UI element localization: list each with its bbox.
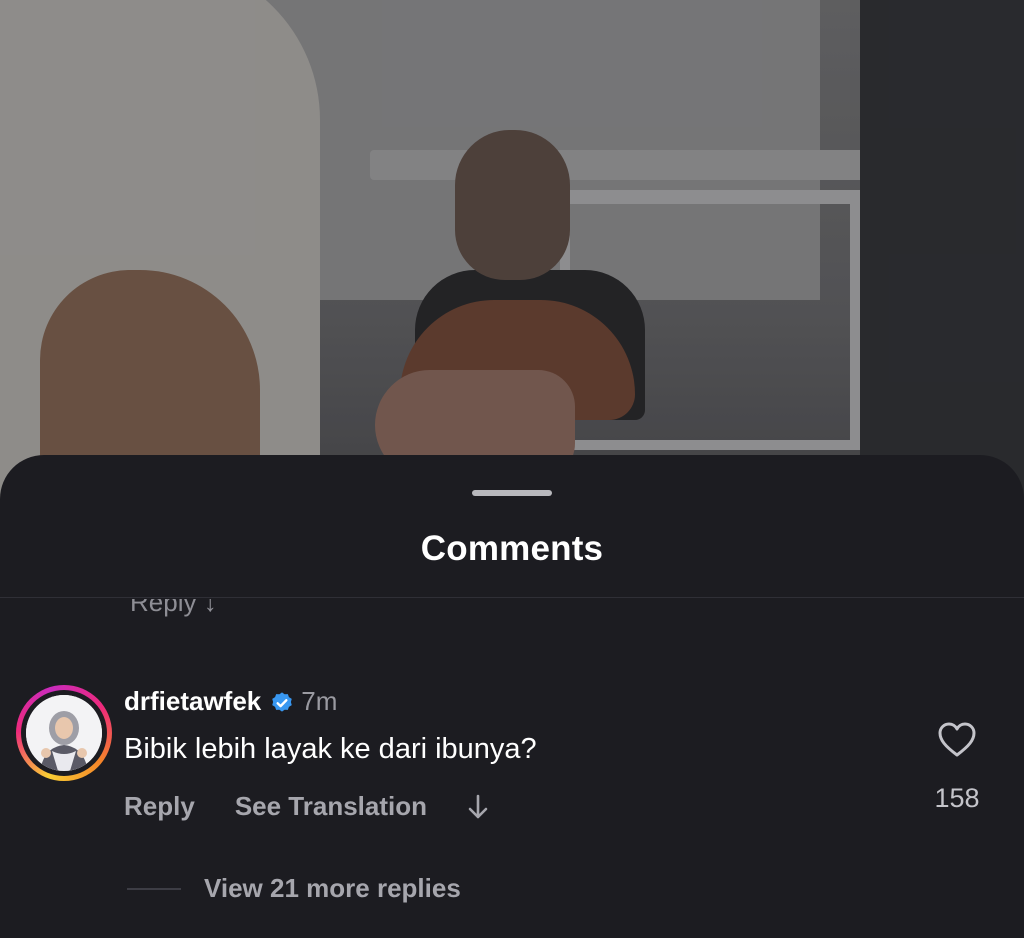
- comment-header: drfietawfek 7m: [124, 686, 337, 717]
- sheet-title: Comments: [420, 529, 604, 568]
- comment-actions: Reply See Translation: [124, 791, 489, 822]
- avatar[interactable]: [26, 695, 102, 771]
- avatar-image: [26, 695, 102, 771]
- video-dim-overlay: [0, 0, 1024, 520]
- verified-badge-icon: [272, 691, 293, 712]
- replies-indent-line: [127, 887, 181, 890]
- comment-text: Bibik lebih layak ke dari ibunya?: [124, 733, 537, 765]
- comment-timestamp: 7m: [301, 686, 338, 716]
- heart-outline-icon[interactable]: [937, 721, 977, 759]
- see-translation-button[interactable]: See Translation: [235, 791, 427, 822]
- arrow-down-icon[interactable]: [467, 793, 489, 821]
- avatar-ring-gap: [21, 690, 107, 776]
- previous-comment-peek: Reply ↓: [130, 587, 217, 617]
- reply-button[interactable]: Reply: [124, 791, 195, 822]
- comment-username[interactable]: drfietawfek: [124, 686, 261, 717]
- header-divider: [0, 597, 1024, 598]
- avatar-story-ring[interactable]: [16, 685, 112, 781]
- view-replies-button[interactable]: View 21 more replies: [204, 873, 461, 904]
- video-background[interactable]: [0, 0, 1024, 520]
- sheet-drag-handle[interactable]: [472, 490, 552, 496]
- comments-sheet: Comments Reply ↓ drfietawfek 7m Bibik le…: [0, 455, 1024, 938]
- like-count: 158: [934, 783, 980, 813]
- view-replies-row[interactable]: View 21 more replies: [127, 873, 461, 904]
